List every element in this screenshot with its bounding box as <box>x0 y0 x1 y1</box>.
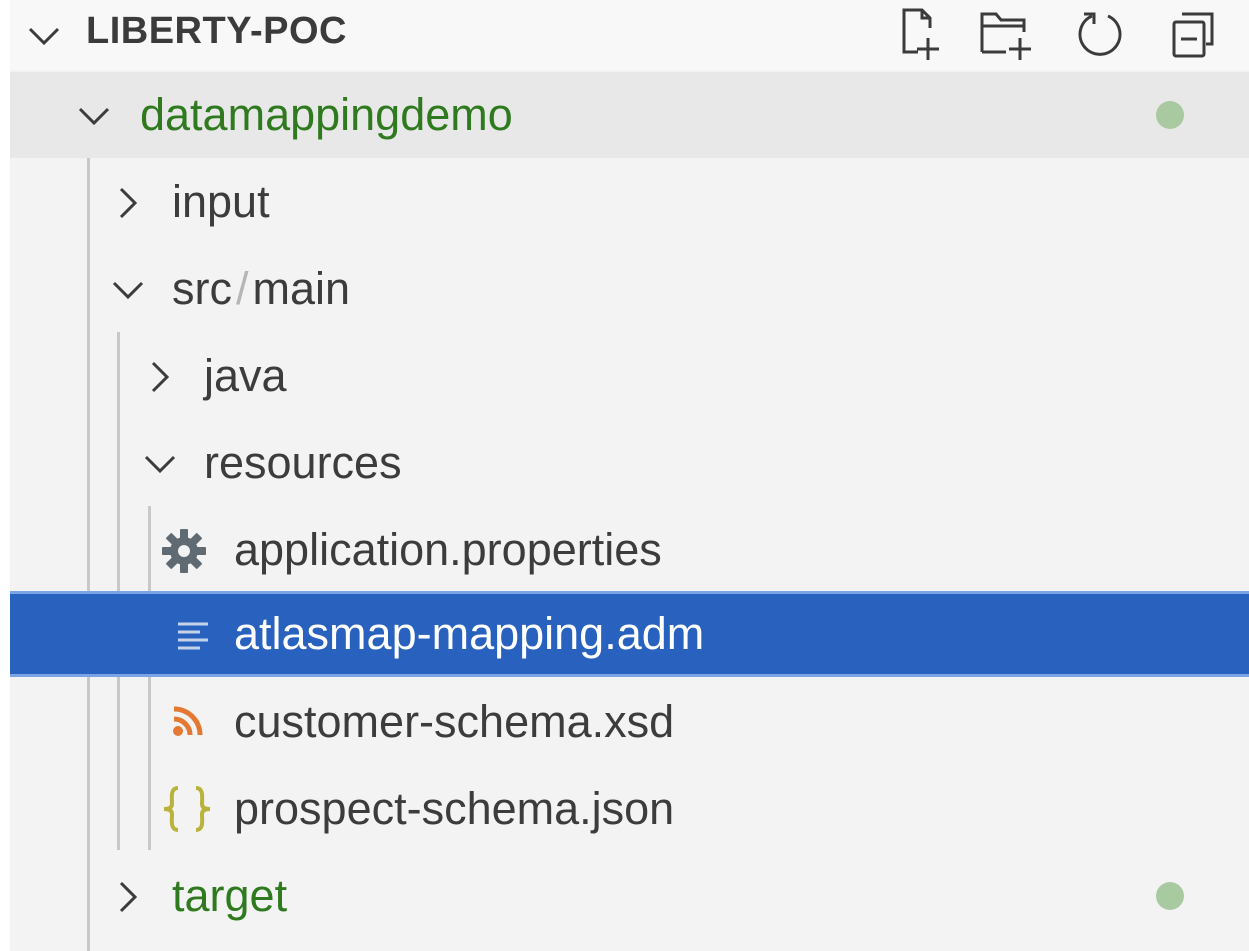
explorer-header[interactable]: LIBERTY-POC <box>10 0 1249 70</box>
folder-label: datamappingdemo <box>140 89 513 140</box>
chevron-right-icon[interactable] <box>108 183 148 223</box>
chevron-right-icon[interactable] <box>140 357 180 397</box>
folder-label: resources <box>204 437 402 488</box>
workspace-title: LIBERTY-POC <box>86 10 347 52</box>
tree-item-input[interactable]: input <box>10 159 1249 245</box>
rss-icon <box>173 706 203 736</box>
tree-item-file[interactable]: prospect-schema.json <box>10 766 1249 852</box>
chevron-down-icon[interactable] <box>24 16 64 56</box>
path-separator: / <box>236 263 249 314</box>
new-folder-icon[interactable] <box>974 4 1038 64</box>
folder-label: java <box>204 350 287 401</box>
tree-item-file[interactable]: application.properties <box>10 507 1249 593</box>
text-lines-icon <box>178 622 208 650</box>
folder-segment-main[interactable]: main <box>253 263 351 314</box>
tree-item-datamappingdemo[interactable]: datamappingdemo <box>10 72 1249 158</box>
braces-icon <box>163 786 211 832</box>
chevron-right-icon[interactable] <box>108 877 148 917</box>
file-label: customer-schema.xsd <box>234 696 675 747</box>
file-label: prospect-schema.json <box>234 783 675 834</box>
file-label: application.properties <box>234 524 662 575</box>
folder-segment-src[interactable]: src <box>172 263 232 314</box>
file-label: atlasmap-mapping.adm <box>234 608 705 659</box>
chevron-down-icon[interactable] <box>108 270 148 310</box>
tree-item-resources[interactable]: resources <box>10 420 1249 506</box>
explorer-panel: LIBERTY-POC datamappingdemo input src/ma… <box>10 0 1249 951</box>
collapse-all-icon[interactable] <box>1166 8 1220 62</box>
chevron-down-icon[interactable] <box>140 444 180 484</box>
chevron-down-icon[interactable] <box>74 96 114 136</box>
tree-item-file-selected[interactable]: atlasmap-mapping.adm <box>10 591 1249 677</box>
refresh-icon[interactable] <box>1074 8 1126 60</box>
modified-status-dot <box>1156 882 1184 910</box>
tree-item-java[interactable]: java <box>10 333 1249 419</box>
gear-icon <box>162 529 206 573</box>
tree-item-src-main[interactable]: src/main <box>10 246 1249 332</box>
compact-folder-label: src/main <box>172 246 350 332</box>
folder-label: target <box>172 870 288 921</box>
folder-label: input <box>172 176 270 227</box>
tree-item-file[interactable]: customer-schema.xsd <box>10 679 1249 765</box>
modified-status-dot <box>1156 101 1184 129</box>
tree-item-target[interactable]: target <box>10 853 1249 939</box>
new-file-icon[interactable] <box>888 4 944 64</box>
